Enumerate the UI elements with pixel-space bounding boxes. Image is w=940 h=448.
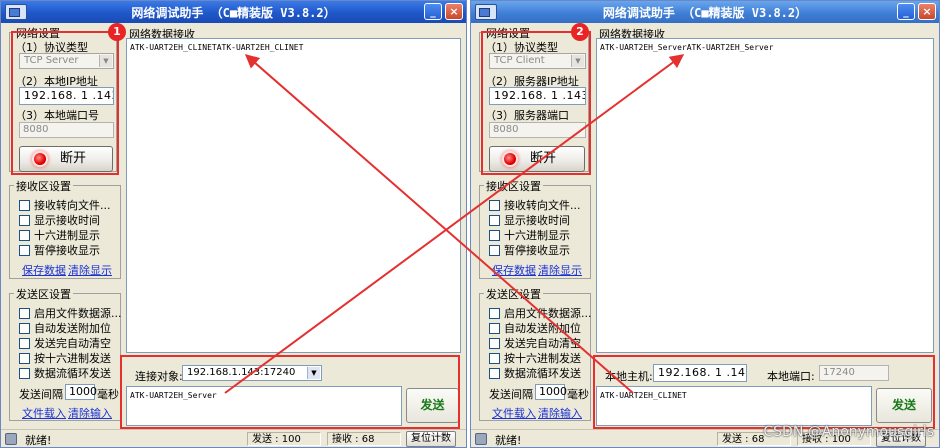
interval-unit: 毫秒 — [567, 388, 589, 401]
group-legend: 接收区设置 — [14, 178, 73, 194]
annotation-box-net — [11, 31, 119, 175]
save-data-link[interactable]: 保存数据 — [492, 262, 536, 278]
interval-label: 发送间隔 — [489, 388, 533, 401]
auto-append-checkbox[interactable]: 自动发送附加位 — [489, 320, 581, 336]
checkbox-box[interactable] — [19, 338, 30, 349]
show-recv-time-checkbox[interactable]: 显示接收时间 — [489, 212, 570, 228]
checkbox-box[interactable] — [19, 245, 30, 256]
checkbox-label: 接收转向文件... — [504, 199, 581, 212]
annotation-badge: 1 — [108, 23, 126, 41]
status-ready: 就绪! — [25, 434, 52, 447]
checkbox-box[interactable] — [19, 368, 30, 379]
auto-append-checkbox[interactable]: 自动发送附加位 — [19, 320, 111, 336]
checkbox-label: 自动发送附加位 — [504, 322, 581, 335]
checkbox-label: 显示接收时间 — [504, 214, 570, 227]
save-data-link[interactable]: 保存数据 — [22, 262, 66, 278]
status-ready: 就绪! — [495, 434, 522, 447]
pause-display-checkbox[interactable]: 暂停接收显示 — [19, 242, 100, 258]
checkbox-box[interactable] — [489, 308, 500, 319]
hex-display-checkbox[interactable]: 十六进制显示 — [19, 227, 100, 243]
load-file-link[interactable]: 文件载入 — [492, 405, 536, 421]
checkbox-label: 暂停接收显示 — [34, 244, 100, 257]
group-legend: 发送区设置 — [14, 286, 73, 302]
loop-send-checkbox[interactable]: 数据流循环发送 — [489, 365, 581, 381]
status-bar: 就绪! 发送 : 100 接收 : 68 复位计数 — [1, 429, 466, 447]
checkbox-box[interactable] — [489, 323, 500, 334]
title-bar[interactable]: 网络调试助手 （C■精装版 V3.8.2） _ × — [1, 1, 466, 23]
window-title: 网络调试助手 （C■精装版 V3.8.2） — [131, 6, 336, 20]
checkbox-label: 启用文件数据源... — [34, 307, 122, 320]
hex-send-checkbox[interactable]: 按十六进制发送 — [19, 350, 111, 366]
recv-to-file-checkbox[interactable]: 接收转向文件... — [19, 197, 111, 213]
auto-clear-checkbox[interactable]: 发送完自动清空 — [489, 335, 581, 351]
checkbox-box[interactable] — [19, 230, 30, 241]
reset-count-button[interactable]: 复位计数 — [406, 431, 456, 447]
checkbox-box[interactable] — [19, 353, 30, 364]
checkbox-label: 数据流循环发送 — [34, 367, 111, 380]
checkbox-label: 显示接收时间 — [34, 214, 100, 227]
load-file-link[interactable]: 文件载入 — [22, 405, 66, 421]
hex-display-checkbox[interactable]: 十六进制显示 — [489, 227, 570, 243]
annotation-box-net — [481, 31, 591, 175]
checkbox-label: 启用文件数据源... — [504, 307, 592, 320]
annotation-box-send — [593, 355, 935, 429]
show-recv-time-checkbox[interactable]: 显示接收时间 — [19, 212, 100, 228]
file-source-checkbox[interactable]: 启用文件数据源... — [19, 305, 122, 321]
status-icon — [5, 433, 17, 445]
close-button[interactable]: × — [445, 3, 463, 20]
clear-input-link[interactable]: 清除输入 — [68, 405, 112, 421]
checkbox-label: 按十六进制发送 — [504, 352, 581, 365]
recv-counter: 接收 : 68 — [327, 432, 401, 446]
checkbox-label: 暂停接收显示 — [504, 244, 570, 257]
window-title: 网络调试助手 （C■精装版 V3.8.2） — [602, 6, 808, 20]
client-window: 网络调试助手 （C■精装版 V3.8.2） _ × 网络设置 （1）协议类型 T… — [470, 0, 940, 448]
checkbox-box[interactable] — [19, 323, 30, 334]
checkbox-label: 数据流循环发送 — [504, 367, 581, 380]
checkbox-box[interactable] — [489, 200, 500, 211]
checkbox-box[interactable] — [489, 338, 500, 349]
annotation-box-send — [120, 355, 460, 429]
checkbox-box[interactable] — [19, 200, 30, 211]
checkbox-box[interactable] — [489, 215, 500, 226]
checkbox-box[interactable] — [19, 308, 30, 319]
recv-to-file-checkbox[interactable]: 接收转向文件... — [489, 197, 581, 213]
interval-input[interactable]: 1000 — [65, 384, 97, 400]
clear-display-link[interactable]: 清除显示 — [538, 262, 582, 278]
group-legend: 接收区设置 — [484, 178, 543, 194]
hex-send-checkbox[interactable]: 按十六进制发送 — [489, 350, 581, 366]
checkbox-label: 自动发送附加位 — [34, 322, 111, 335]
checkbox-label: 接收转向文件... — [34, 199, 111, 212]
server-window: 网络调试助手 （C■精装版 V3.8.2） _ × 网络设置 （1）协议类型 T… — [0, 0, 467, 448]
received-data-area[interactable]: ATK-UART2EH_CLINETATK-UART2EH_CLINET — [126, 38, 461, 353]
checkbox-label: 十六进制显示 — [34, 229, 100, 242]
loop-send-checkbox[interactable]: 数据流循环发送 — [19, 365, 111, 381]
group-legend: 发送区设置 — [484, 286, 543, 302]
checkbox-box[interactable] — [19, 215, 30, 226]
checkbox-label: 发送完自动清空 — [34, 337, 111, 350]
annotation-badge: 2 — [571, 23, 589, 41]
checkbox-box[interactable] — [489, 230, 500, 241]
clear-input-link[interactable]: 清除输入 — [538, 405, 582, 421]
received-data-area[interactable]: ATK-UART2EH_ServerATK-UART2EH_Server — [596, 38, 934, 353]
checkbox-box[interactable] — [489, 245, 500, 256]
sent-counter: 发送 : 100 — [247, 432, 321, 446]
interval-label: 发送间隔 — [19, 388, 63, 401]
checkbox-box[interactable] — [489, 368, 500, 379]
minimize-button[interactable]: _ — [897, 3, 915, 20]
file-source-checkbox[interactable]: 启用文件数据源... — [489, 305, 592, 321]
interval-unit: 毫秒 — [97, 388, 119, 401]
watermark: CSDN @Anonymousgirls — [763, 424, 934, 440]
pause-display-checkbox[interactable]: 暂停接收显示 — [489, 242, 570, 258]
checkbox-label: 发送完自动清空 — [504, 337, 581, 350]
status-icon — [475, 433, 487, 445]
checkbox-label: 十六进制显示 — [504, 229, 570, 242]
interval-input[interactable]: 1000 — [535, 384, 567, 400]
checkbox-box[interactable] — [489, 353, 500, 364]
title-bar[interactable]: 网络调试助手 （C■精装版 V3.8.2） _ × — [471, 1, 939, 23]
minimize-button[interactable]: _ — [424, 3, 442, 20]
auto-clear-checkbox[interactable]: 发送完自动清空 — [19, 335, 111, 351]
clear-display-link[interactable]: 清除显示 — [68, 262, 112, 278]
close-button[interactable]: × — [918, 3, 936, 20]
checkbox-label: 按十六进制发送 — [34, 352, 111, 365]
